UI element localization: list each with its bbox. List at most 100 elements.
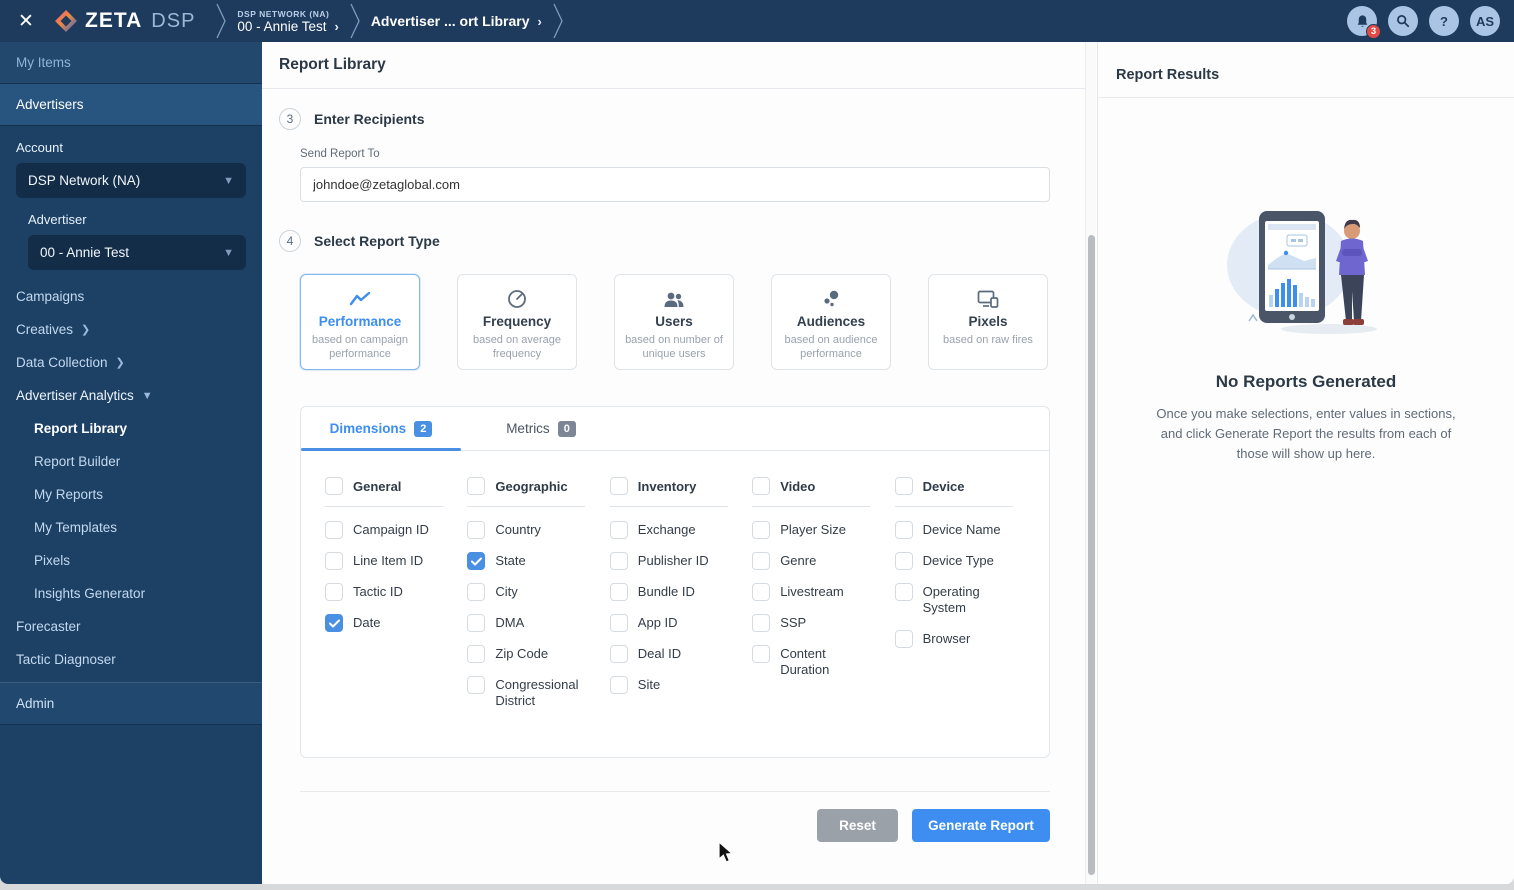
report-type-card-users[interactable]: Users based on number of unique users [614, 274, 734, 370]
close-icon[interactable]: ✕ [12, 7, 40, 35]
sidebar-item-tactic-diagnoser[interactable]: Tactic Diagnoser [0, 643, 262, 676]
sidebar-item-my-items[interactable]: My Items [0, 42, 262, 84]
checkbox[interactable] [609, 614, 628, 632]
checkbox[interactable] [609, 645, 628, 663]
dimension-option-app-id[interactable]: App ID [609, 614, 748, 632]
generate-report-button[interactable]: Generate Report [912, 808, 1050, 842]
checkbox[interactable] [894, 521, 913, 539]
checkbox[interactable] [752, 645, 771, 663]
report-type-card-audiences[interactable]: Audiences based on audience performance [771, 274, 891, 370]
checkbox[interactable] [609, 521, 628, 539]
dimension-option-publisher-id[interactable]: Publisher ID [609, 552, 748, 570]
sidebar-item-insights-generator[interactable]: Insights Generator [0, 577, 262, 610]
sidebar-item-report-library[interactable]: Report Library [0, 412, 262, 445]
checkbox[interactable] [752, 477, 771, 495]
sidebar-item-pixels[interactable]: Pixels [0, 544, 262, 577]
checkbox[interactable] [752, 583, 771, 601]
notifications-button[interactable]: 3 [1347, 6, 1381, 39]
sidebar-item-admin[interactable]: Admin [0, 682, 262, 725]
checkbox[interactable] [467, 614, 486, 632]
dimension-option-operating-system[interactable]: Operating System [894, 583, 1033, 617]
checkbox[interactable] [609, 676, 628, 694]
dimension-option-country[interactable]: Country [467, 521, 605, 539]
breadcrumb-page[interactable]: Advertiser ... ort Library › [371, 13, 542, 29]
checkbox[interactable] [325, 583, 343, 601]
report-type-card-performance[interactable]: Performance based on campaign performance [300, 274, 420, 370]
send-report-to-input[interactable] [300, 167, 1050, 202]
checkbox[interactable] [894, 629, 913, 648]
vertical-scrollbar[interactable] [1085, 42, 1096, 884]
dimension-option-ssp[interactable]: SSP [752, 614, 890, 632]
checkbox[interactable] [609, 552, 628, 570]
sidebar-item-advertisers[interactable]: Advertisers [0, 84, 262, 126]
search-icon [1397, 15, 1410, 28]
dimension-category[interactable]: General [325, 477, 463, 495]
checkbox[interactable] [894, 552, 913, 570]
dimension-option-content-duration[interactable]: Content Duration [752, 645, 890, 679]
sidebar-item-campaigns[interactable]: Campaigns [0, 280, 262, 313]
dimension-option-livestream[interactable]: Livestream [752, 583, 890, 601]
checkbox-checked[interactable] [325, 614, 343, 632]
breadcrumb-network[interactable]: DSP NETWORK (NA) 00 - Annie Test › [237, 9, 338, 34]
dimension-option-site[interactable]: Site [609, 676, 748, 694]
dimension-option-city[interactable]: City [467, 583, 605, 601]
account-select[interactable]: DSP Network (NA) ▼ [16, 163, 246, 198]
sidebar-item-my-templates[interactable]: My Templates [0, 511, 262, 544]
checkbox[interactable] [467, 521, 486, 539]
search-button[interactable] [1388, 6, 1418, 36]
checkbox[interactable] [467, 477, 486, 495]
zeta-logo[interactable]: ZETA DSP [54, 9, 195, 33]
checkbox[interactable] [325, 477, 343, 495]
dimension-option-congressional-district[interactable]: Congressional District [467, 676, 605, 710]
dimension-option-zip-code[interactable]: Zip Code [467, 645, 605, 663]
dimension-option-browser[interactable]: Browser [894, 629, 1033, 648]
dimension-category[interactable]: Video [752, 477, 890, 495]
checkbox[interactable] [752, 552, 771, 570]
tab-metrics[interactable]: Metrics 0 [461, 407, 621, 450]
sidebar-item-creatives[interactable]: Creatives ❯ [0, 313, 262, 346]
dimension-option-exchange[interactable]: Exchange [609, 521, 748, 539]
checkbox[interactable] [894, 477, 913, 495]
dimension-category[interactable]: Geographic [467, 477, 605, 495]
help-button[interactable]: ? [1429, 6, 1459, 36]
dimension-option-dma[interactable]: DMA [467, 614, 605, 632]
tab-dimensions[interactable]: Dimensions 2 [301, 407, 461, 451]
dimension-option-line-item-id[interactable]: Line Item ID [325, 552, 463, 570]
checkbox[interactable] [325, 552, 343, 570]
checkbox[interactable] [467, 645, 486, 663]
checkbox[interactable] [467, 583, 486, 601]
dimension-option-deal-id[interactable]: Deal ID [609, 645, 748, 663]
dimension-option-device-type[interactable]: Device Type [894, 552, 1033, 570]
dimension-option-player-size[interactable]: Player Size [752, 521, 890, 539]
checkbox[interactable] [609, 583, 628, 601]
advertiser-select[interactable]: 00 - Annie Test ▼ [28, 235, 246, 270]
dimension-category[interactable]: Device [894, 477, 1033, 495]
sidebar-item-my-reports[interactable]: My Reports [0, 478, 262, 511]
dimension-option-genre[interactable]: Genre [752, 552, 890, 570]
dimension-option-state[interactable]: State [467, 552, 605, 570]
category-divider [467, 506, 586, 507]
checkbox[interactable] [894, 583, 913, 601]
checkbox[interactable] [752, 521, 771, 539]
sidebar-item-forecaster[interactable]: Forecaster [0, 610, 262, 643]
report-type-description: based on average frequency [472, 334, 562, 360]
sidebar-item-report-builder[interactable]: Report Builder [0, 445, 262, 478]
report-type-card-frequency[interactable]: Frequency based on average frequency [457, 274, 577, 370]
dimension-category[interactable]: Inventory [609, 477, 748, 495]
dimension-option-tactic-id[interactable]: Tactic ID [325, 583, 463, 601]
report-type-card-pixels[interactable]: Pixels based on raw fires [928, 274, 1048, 370]
checkbox[interactable] [609, 477, 628, 495]
checkbox-checked[interactable] [467, 552, 486, 570]
dimension-option-date[interactable]: Date [325, 614, 463, 632]
reset-button[interactable]: Reset [817, 808, 898, 842]
dimension-option-bundle-id[interactable]: Bundle ID [609, 583, 748, 601]
checkbox[interactable] [325, 521, 343, 539]
avatar[interactable]: AS [1470, 6, 1500, 36]
checkbox[interactable] [467, 676, 486, 694]
sidebar-item-advertiser-analytics[interactable]: Advertiser Analytics ▼ [0, 379, 262, 412]
checkbox[interactable] [752, 614, 771, 632]
dimension-option-device-name[interactable]: Device Name [894, 521, 1033, 539]
dimension-option-campaign-id[interactable]: Campaign ID [325, 521, 463, 539]
sidebar-item-data-collection[interactable]: Data Collection ❯ [0, 346, 262, 379]
scrollbar-thumb[interactable] [1088, 235, 1095, 875]
